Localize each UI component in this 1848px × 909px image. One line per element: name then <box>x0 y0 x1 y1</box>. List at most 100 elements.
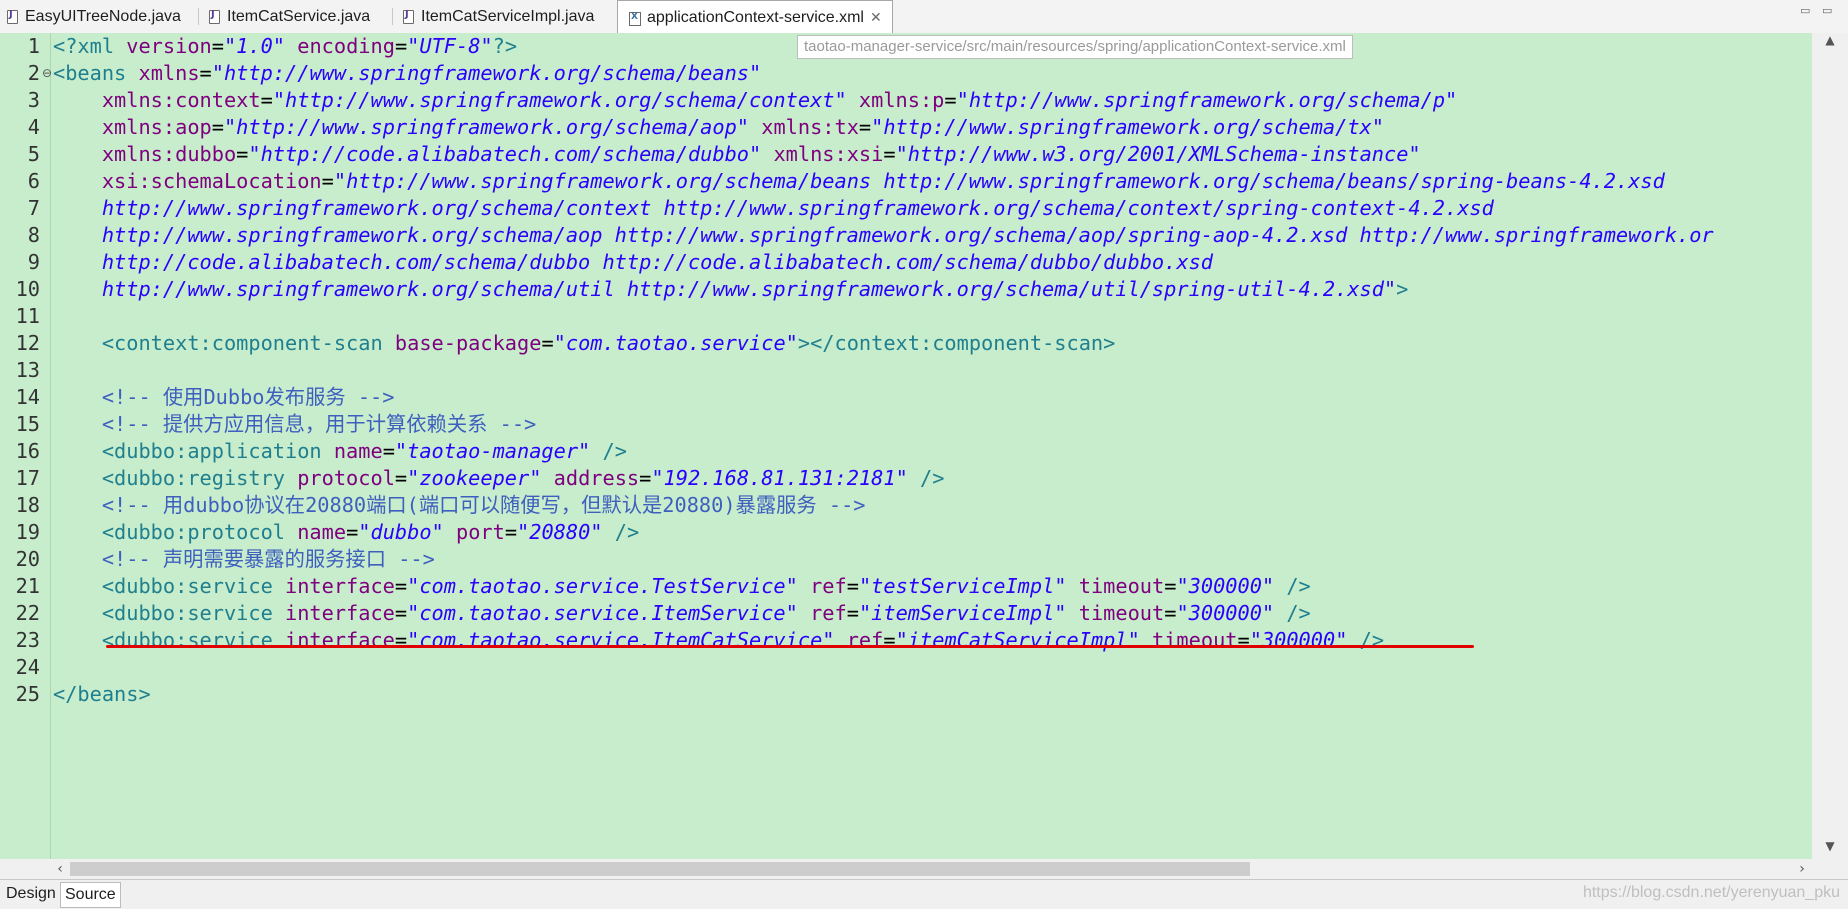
code-line[interactable]: 20 <!-- 声明需要暴露的服务接口 --> <box>0 546 1812 573</box>
line-number: 10 <box>15 277 40 301</box>
code-line[interactable]: 11 <box>0 303 1812 330</box>
code-line[interactable]: 19 <dubbo:protocol name="dubbo" port="20… <box>0 519 1812 546</box>
maximize-icon[interactable]: ▭ <box>1822 4 1832 17</box>
code-line[interactable]: 25 </beans> <box>0 681 1812 708</box>
code-line[interactable]: 7 http://www.springframework.org/schema/… <box>0 195 1812 222</box>
line-text: xmlns:aop="http://www.springframework.or… <box>53 114 1384 141</box>
code-line[interactable]: 4 xmlns:aop="http://www.springframework.… <box>0 114 1812 141</box>
code-token: "http://www.springframework.org/schema/b… <box>333 169 1665 193</box>
code-token: "testServiceImpl" <box>858 574 1067 598</box>
line-text: <!-- 用dubbo协议在20880端口(端口可以随便写，但默认是20880)… <box>53 492 866 519</box>
tab-itemcatserviceimpl[interactable]: ItemCatServiceImpl.java <box>402 0 594 33</box>
tab-source[interactable]: Source <box>60 882 121 908</box>
tab-easyuitreenode[interactable]: EasyUITreeNode.java <box>6 0 181 33</box>
scroll-down-icon[interactable]: ▼ <box>1812 839 1848 859</box>
code-token: name <box>333 439 383 463</box>
code-token: "taotao-manager" <box>394 439 591 463</box>
scrollbar-thumb[interactable] <box>70 862 1250 876</box>
scroll-up-icon[interactable]: ▲ <box>1812 33 1848 53</box>
line-text: <beans xmlns="http://www.springframework… <box>53 60 761 87</box>
code-token: "http://www.w3.org/2001/XMLSchema-instan… <box>895 142 1421 166</box>
tab-design[interactable]: Design <box>2 882 60 906</box>
line-number: 17 <box>15 466 40 490</box>
code-line[interactable]: 3 xmlns:context="http://www.springframew… <box>0 87 1812 114</box>
code-line[interactable]: 17 <dubbo:registry protocol="zookeeper" … <box>0 465 1812 492</box>
line-number: 22 <box>15 601 40 625</box>
fold-marker-icon[interactable]: ⊖ <box>42 60 52 87</box>
code-line[interactable]: 21 <dubbo:service interface="com.taotao.… <box>0 573 1812 600</box>
code-line[interactable]: 5 xmlns:dubbo="http://code.alibabatech.c… <box>0 141 1812 168</box>
code-token: /> <box>1286 601 1311 625</box>
code-token: </beans> <box>53 682 151 706</box>
line-number: 1 <box>27 34 40 58</box>
code-token: <!-- 用dubbo协议在20880端口(端口可以随便写，但默认是20880)… <box>101 493 866 517</box>
code-token: "1.0" <box>223 34 286 58</box>
code-line[interactable]: 8 http://www.springframework.org/schema/… <box>0 222 1812 249</box>
line-text: <!-- 提供方应用信息，用于计算依赖关系 --> <box>53 411 536 438</box>
code-token: xmlns:aop <box>101 115 212 139</box>
code-token: = <box>846 601 859 625</box>
java-file-icon <box>402 9 415 24</box>
code-token: "http://www.springframework.org/schema/a… <box>223 115 750 139</box>
code-line[interactable]: 22 <dubbo:service interface="com.taotao.… <box>0 600 1812 627</box>
code-token: <context:component-scan <box>101 331 395 355</box>
tab-label: ItemCatService.java <box>227 7 371 25</box>
code-line[interactable]: 15 <!-- 提供方应用信息，用于计算依赖关系 --> <box>0 411 1812 438</box>
line-number: 5 <box>27 142 40 166</box>
code-token: = <box>504 520 518 544</box>
tab-label: ItemCatServiceImpl.java <box>421 7 595 25</box>
code-line[interactable]: 6 xsi:schemaLocation="http://www.springf… <box>0 168 1812 195</box>
code-token: = <box>199 61 212 85</box>
code-token: <dubbo:service <box>101 628 285 652</box>
code-line[interactable]: 24 <box>0 654 1812 681</box>
line-text: xmlns:dubbo="http://code.alibabatech.com… <box>53 141 1421 168</box>
code-line[interactable]: 13 <box>0 357 1812 384</box>
code-token: = <box>883 142 896 166</box>
code-token: "com.taotao.service.ItemCatService" <box>407 628 835 652</box>
tab-applicationcontext-service[interactable]: applicationContext-service.xml ✕ <box>617 0 893 35</box>
code-line[interactable]: 23 <dubbo:service interface="com.taotao.… <box>0 627 1812 654</box>
code-token: <!-- 使用Dubbo发布服务 --> <box>101 385 395 409</box>
code-line[interactable]: 12 <context:component-scan base-package=… <box>0 330 1812 357</box>
line-number: 6 <box>27 169 40 193</box>
line-text: xmlns:context="http://www.springframewor… <box>53 87 1457 114</box>
code-line[interactable]: 10 http://www.springframework.org/schema… <box>0 276 1812 303</box>
code-token: ></context:component-scan> <box>797 331 1116 355</box>
code-line[interactable]: 18 <!-- 用dubbo协议在20880端口(端口可以随便写，但默认是208… <box>0 492 1812 519</box>
line-number: 13 <box>15 358 40 382</box>
close-tab-icon[interactable]: ✕ <box>870 10 882 26</box>
code-token: = <box>541 331 554 355</box>
horizontal-scrollbar[interactable]: ‹ › <box>50 859 1812 879</box>
line-number: 3 <box>27 88 40 112</box>
code-line[interactable]: 9 http://code.alibabatech.com/schema/dub… <box>0 249 1812 276</box>
vertical-scrollbar[interactable]: ▲ ▼ <box>1812 33 1848 859</box>
code-line[interactable]: 2 ⊖ <beans xmlns="http://www.springframewo… <box>0 60 1812 87</box>
code-token: "http://www.springframework.org/schema/t… <box>871 115 1384 139</box>
line-text: <dubbo:protocol name="dubbo" port="20880… <box>53 519 639 546</box>
xml-source-editor[interactable]: 1 <?xml version="1.0" encoding="UTF-8"?> 2… <box>0 33 1812 859</box>
code-line[interactable]: 16 <dubbo:application name="taotao-manag… <box>0 438 1812 465</box>
code-token: <dubbo:application <box>101 439 334 463</box>
line-text: <dubbo:service interface="com.taotao.ser… <box>53 600 1311 627</box>
scroll-left-icon[interactable]: ‹ <box>50 859 70 879</box>
code-token: ?> <box>492 34 518 58</box>
code-token: = <box>346 520 359 544</box>
scroll-right-icon[interactable]: › <box>1792 859 1812 879</box>
line-number: 18 <box>15 493 40 517</box>
tab-itemcatservice[interactable]: ItemCatService.java <box>208 0 370 33</box>
code-line[interactable]: 14 <!-- 使用Dubbo发布服务 --> <box>0 384 1812 411</box>
minimize-icon[interactable]: ▭ <box>1800 4 1810 17</box>
